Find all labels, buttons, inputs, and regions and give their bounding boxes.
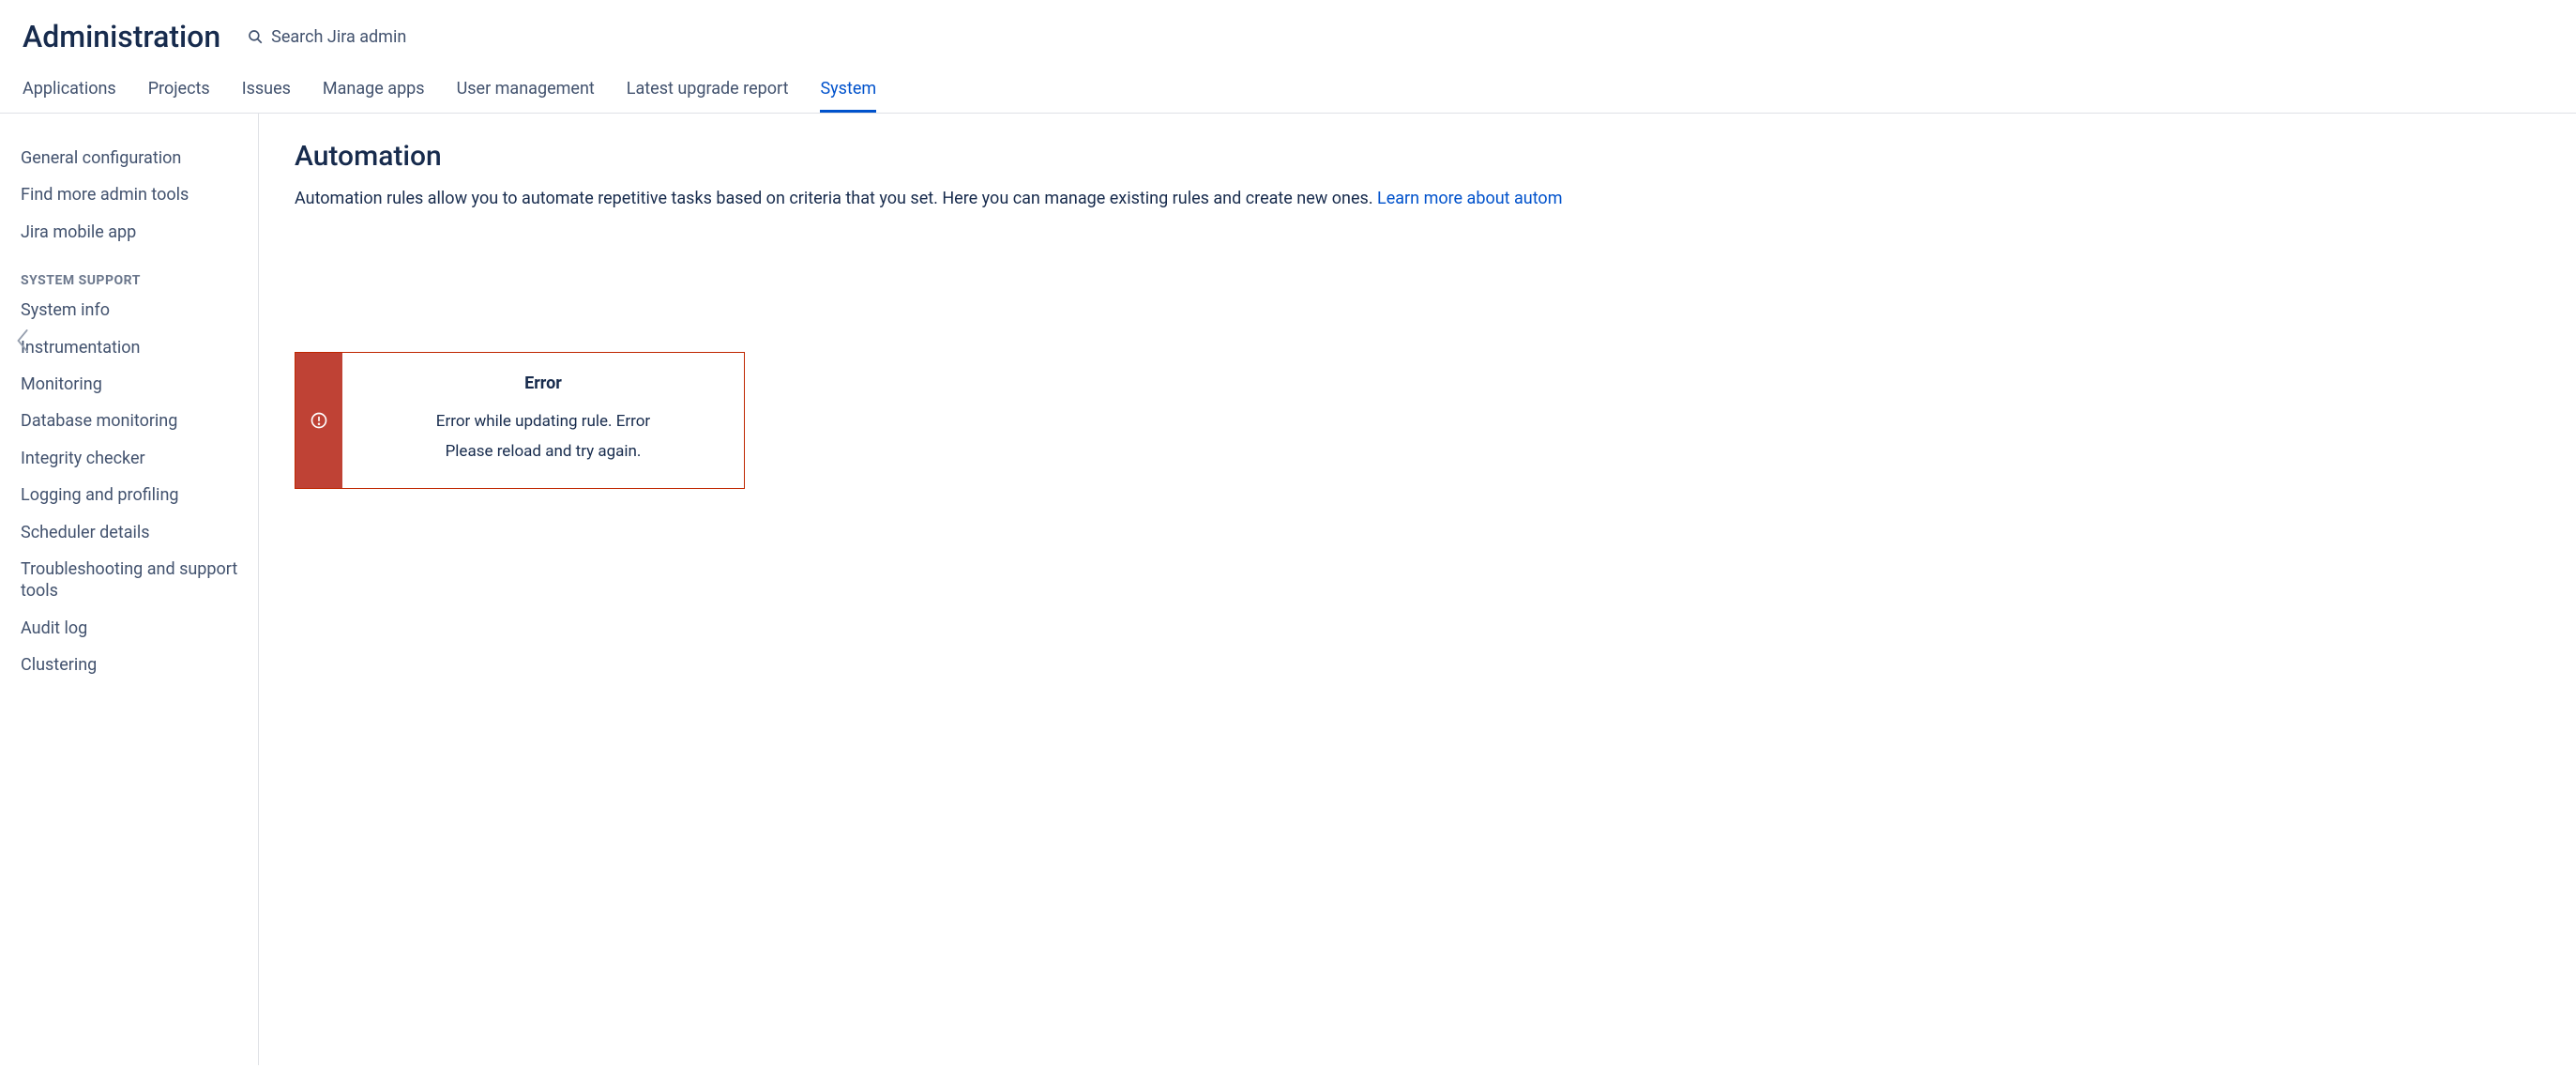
sidebar-item-database-monitoring[interactable]: Database monitoring bbox=[21, 403, 243, 439]
tab-system[interactable]: System bbox=[820, 79, 876, 113]
page-description: Automation rules allow you to automate r… bbox=[295, 186, 2576, 211]
sidebar: General configuration Find more admin to… bbox=[0, 114, 259, 1065]
tab-applications[interactable]: Applications bbox=[23, 79, 116, 113]
error-sidebar bbox=[295, 353, 342, 488]
search-icon bbox=[247, 28, 264, 45]
sidebar-item-general-configuration[interactable]: General configuration bbox=[21, 140, 243, 176]
tab-manage-apps[interactable]: Manage apps bbox=[323, 79, 425, 113]
tab-latest-upgrade-report[interactable]: Latest upgrade report bbox=[627, 79, 789, 113]
error-body: Error Error while updating rule. Error P… bbox=[342, 353, 744, 488]
page-heading: Administration bbox=[23, 19, 220, 54]
sidebar-item-find-more-admin-tools[interactable]: Find more admin tools bbox=[21, 176, 243, 213]
error-title: Error bbox=[361, 374, 725, 393]
sidebar-item-instrumentation[interactable]: Instrumentation bbox=[21, 329, 243, 366]
description-text: Automation rules allow you to automate r… bbox=[295, 189, 1377, 208]
sidebar-item-system-info[interactable]: System info bbox=[21, 292, 243, 328]
tab-projects[interactable]: Projects bbox=[148, 79, 210, 113]
sidebar-collapse-handle[interactable] bbox=[13, 326, 34, 356]
sidebar-item-scheduler-details[interactable]: Scheduler details bbox=[21, 514, 243, 551]
page-title: Automation bbox=[295, 140, 2576, 173]
error-message-line-1: Error while updating rule. Error bbox=[361, 406, 725, 436]
sidebar-item-jira-mobile-app[interactable]: Jira mobile app bbox=[21, 214, 243, 251]
learn-more-link[interactable]: Learn more about autom bbox=[1377, 189, 1562, 208]
sidebar-item-logging-and-profiling[interactable]: Logging and profiling bbox=[21, 477, 243, 513]
sidebar-item-clustering[interactable]: Clustering bbox=[21, 647, 243, 683]
sidebar-item-monitoring[interactable]: Monitoring bbox=[21, 366, 243, 403]
tab-user-management[interactable]: User management bbox=[457, 79, 595, 113]
error-message-line-2: Please reload and try again. bbox=[361, 436, 725, 466]
admin-tabs: Applications Projects Issues Manage apps… bbox=[0, 62, 2576, 114]
error-panel: Error Error while updating rule. Error P… bbox=[295, 352, 745, 489]
chevron-left-icon bbox=[13, 326, 34, 356]
sidebar-item-audit-log[interactable]: Audit log bbox=[21, 610, 243, 647]
header: Administration Search Jira admin bbox=[0, 0, 2576, 62]
admin-search-input[interactable]: Search Jira admin bbox=[247, 27, 406, 47]
error-icon bbox=[310, 411, 328, 430]
sidebar-item-integrity-checker[interactable]: Integrity checker bbox=[21, 440, 243, 477]
search-placeholder: Search Jira admin bbox=[271, 27, 406, 47]
tab-issues[interactable]: Issues bbox=[242, 79, 291, 113]
main-content: Automation Automation rules allow you to… bbox=[259, 114, 2576, 1065]
sidebar-section-system-support: SYSTEM SUPPORT bbox=[21, 251, 243, 292]
sidebar-item-troubleshooting-support[interactable]: Troubleshooting and support tools bbox=[21, 551, 243, 610]
content-area: General configuration Find more admin to… bbox=[0, 114, 2576, 1065]
